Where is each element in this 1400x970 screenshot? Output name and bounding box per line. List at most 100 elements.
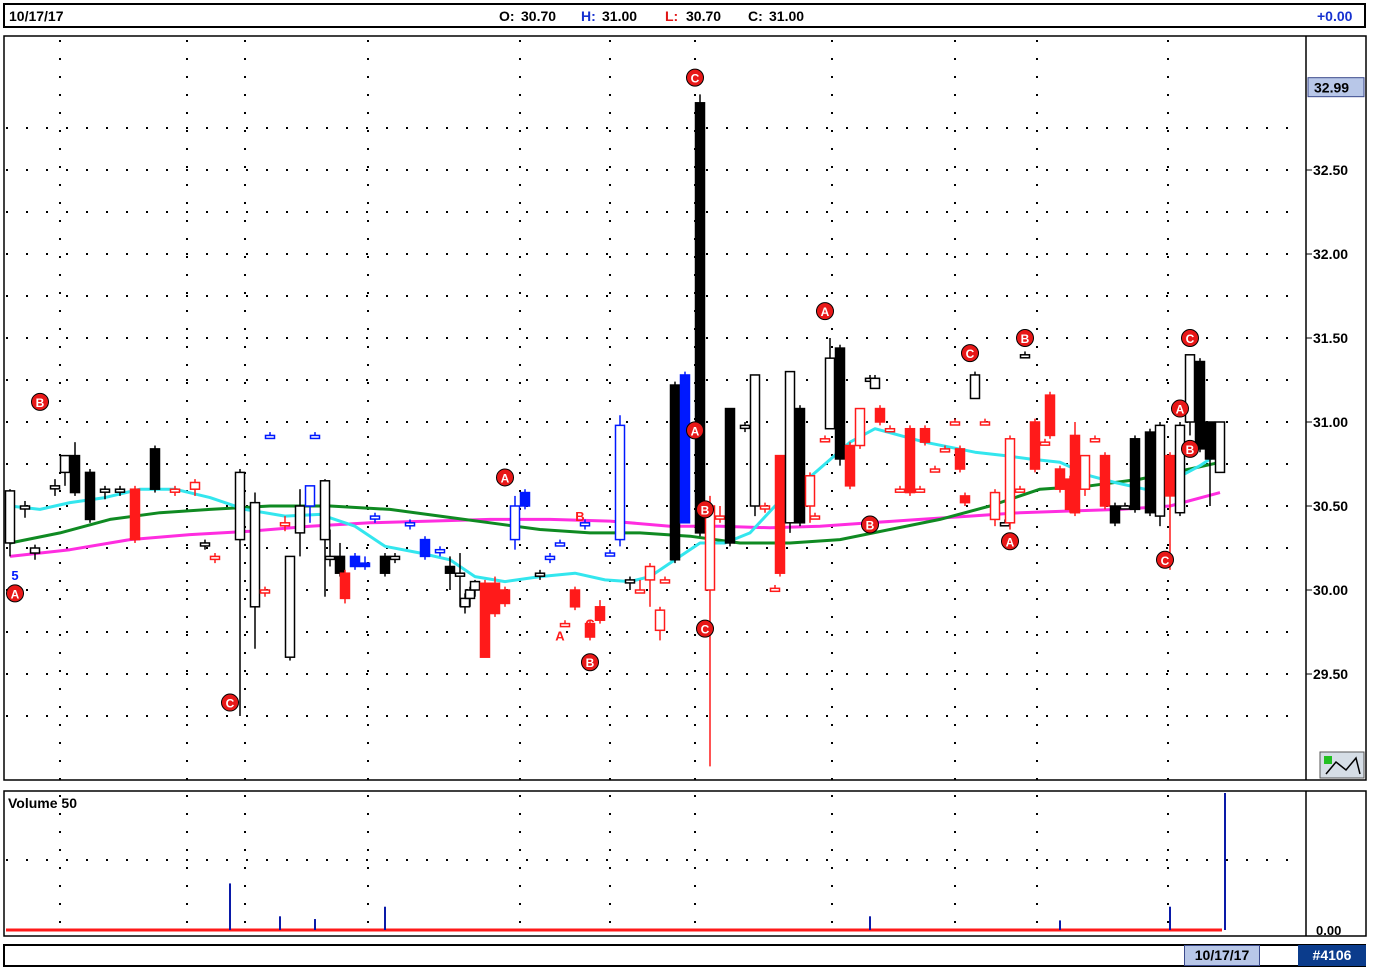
candle-body <box>454 572 466 577</box>
candle-body <box>234 471 246 541</box>
candle-body <box>69 454 81 494</box>
candle-body <box>404 522 416 527</box>
candle-body <box>99 488 111 493</box>
candle-body <box>279 522 291 527</box>
candle-body <box>659 579 671 584</box>
candle-body <box>1109 505 1121 524</box>
wave-badge-label: C <box>701 623 710 637</box>
candle-body <box>869 377 881 390</box>
candle-body <box>844 444 856 487</box>
candle-body <box>1214 421 1226 474</box>
wave-badge-label: A <box>691 424 700 438</box>
scale-icon-mark <box>1324 756 1332 764</box>
candle-body <box>249 501 261 608</box>
wave-badge-label: C <box>226 697 235 711</box>
candle-body <box>644 565 656 581</box>
wave-label: A <box>555 628 565 643</box>
candle-body <box>809 515 821 520</box>
candle-body <box>1194 360 1206 450</box>
candle-body <box>914 488 926 493</box>
candle-body <box>319 480 331 541</box>
wave-label: C <box>585 617 595 632</box>
candle-body <box>1014 488 1026 493</box>
candle-body <box>669 384 681 561</box>
candle-body <box>509 505 521 541</box>
candle-body <box>769 587 781 593</box>
candle-body <box>1019 354 1031 359</box>
candle-body <box>634 589 646 594</box>
candle-body <box>1079 454 1091 490</box>
candle-body <box>199 542 211 547</box>
candle-body <box>169 488 181 493</box>
candle-body <box>724 407 736 544</box>
price-tick-label: 32.00 <box>1313 246 1348 262</box>
last-price-label: 32.99 <box>1314 80 1349 96</box>
candle-body <box>149 448 161 490</box>
candle-body <box>324 555 336 561</box>
wave-label: 5 <box>11 568 18 583</box>
candle-body <box>694 102 706 534</box>
price-chart[interactable]: Dec2017FebMarAprMayJunJulAugSepO32.5032.… <box>0 0 1400 944</box>
wave-badge-label: B <box>1186 443 1195 457</box>
candle-body <box>294 505 306 534</box>
candle-body <box>969 374 981 400</box>
volume-panel <box>3 790 1367 937</box>
candle-body <box>544 555 556 561</box>
candle-body <box>919 427 931 443</box>
price-tick-label: 30.00 <box>1313 582 1348 598</box>
candle-body <box>1174 424 1186 514</box>
candle-body <box>1119 505 1131 510</box>
candle-body <box>749 374 761 507</box>
candle-body <box>854 407 866 447</box>
candle-body <box>29 547 41 554</box>
candle-body <box>679 374 691 524</box>
candle-body <box>189 481 201 490</box>
candle-body <box>759 505 771 510</box>
candle-body <box>519 491 531 507</box>
candle-body <box>1154 424 1166 517</box>
candle-body <box>129 488 141 541</box>
candle-body <box>739 424 751 430</box>
candle-body <box>954 448 966 470</box>
candle-body <box>389 555 401 561</box>
candle-body <box>784 370 796 524</box>
candle-body <box>304 485 316 507</box>
candle-body <box>774 454 786 574</box>
candle-body <box>989 491 1001 521</box>
candle-body <box>359 562 371 568</box>
candle-body <box>419 538 431 558</box>
candle-body <box>489 582 501 615</box>
candle-body <box>209 555 221 561</box>
candle-body <box>949 421 961 426</box>
wave-badge-label: A <box>1006 535 1015 549</box>
candle-body <box>594 606 606 621</box>
candle-body <box>704 505 716 591</box>
candle-body <box>959 495 971 504</box>
wave-badge-label: A <box>11 587 20 601</box>
wave-badge-label: B <box>586 656 595 670</box>
price-tick-label: 31.50 <box>1313 330 1348 346</box>
candle-body <box>379 555 391 574</box>
candle-body <box>339 572 351 600</box>
volume-label: Volume 50 <box>8 795 77 811</box>
candle-body <box>469 580 481 591</box>
candle-body <box>1054 468 1066 490</box>
cursor-date: 10/17/17 <box>1184 945 1260 966</box>
wave-badge-label: B <box>36 396 45 410</box>
wave-badge-label: C <box>691 72 700 86</box>
candle-body <box>459 597 471 608</box>
candle-body <box>794 407 806 524</box>
candle-body <box>929 468 941 473</box>
candle-body <box>1069 434 1081 514</box>
candle-body <box>714 515 726 520</box>
wave-badge-label: A <box>1176 403 1185 417</box>
wave-badge-label: A <box>501 471 510 485</box>
candle-body <box>1204 421 1216 460</box>
wave-badge-label: C <box>966 347 975 361</box>
candle-body <box>1004 438 1016 524</box>
candle-body <box>434 548 446 554</box>
wave-badge-label: C <box>1161 554 1170 568</box>
wave-label: B <box>575 509 584 524</box>
candle-body <box>884 427 896 433</box>
candle-body <box>84 471 96 521</box>
